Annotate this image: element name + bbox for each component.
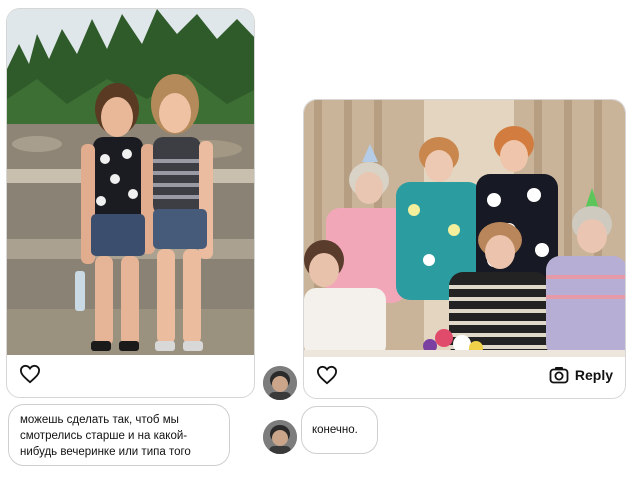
avatar[interactable]	[263, 420, 297, 454]
message-bubble: конечно.	[301, 406, 378, 454]
user-avatar-image	[263, 420, 297, 454]
reply-label: Reply	[574, 367, 613, 383]
heart-outline-icon[interactable]	[19, 364, 41, 384]
right-post-card: Reply	[303, 99, 626, 399]
user-avatar-image	[263, 366, 297, 400]
camera-icon	[549, 367, 569, 384]
right-post-action-bar: Reply	[304, 354, 625, 398]
avatar[interactable]	[263, 366, 297, 400]
heart-outline-icon[interactable]	[316, 365, 338, 385]
left-post-action-bar	[7, 353, 254, 397]
message-text: конечно.	[312, 424, 358, 436]
teen-girls-photo	[7, 9, 254, 355]
left-post-card	[6, 8, 255, 398]
elderly-women-party-photo	[304, 100, 625, 357]
message-bubble: можешь сделать так, чтоб мы смотрелись с…	[8, 404, 230, 466]
reply-button[interactable]: Reply	[549, 366, 613, 384]
message-text: можешь сделать так, чтоб мы смотрелись с…	[20, 414, 191, 458]
